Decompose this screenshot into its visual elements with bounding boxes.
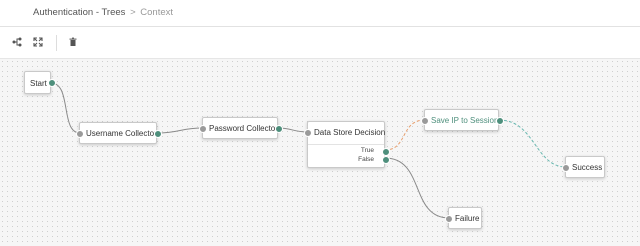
node-input-port[interactable]	[199, 125, 207, 133]
node-username-collector[interactable]: Username Collector	[76, 122, 162, 144]
trash-icon	[68, 34, 78, 52]
node-output-port[interactable]	[48, 79, 56, 87]
tree-layout-button[interactable]	[10, 36, 24, 50]
node-label: Username Collector	[86, 129, 157, 138]
expand-icon	[33, 34, 43, 52]
breadcrumb-separator: >	[130, 7, 136, 18]
node-success[interactable]: Success	[562, 156, 605, 178]
breadcrumb-section-link[interactable]: Authentication - Trees	[33, 7, 125, 18]
outcome-false-label: False	[358, 156, 374, 163]
node-divider	[308, 144, 384, 145]
node-input-port[interactable]	[421, 117, 429, 125]
tree-layout-icon	[12, 34, 22, 52]
node-password-collector[interactable]: Password Collector	[199, 117, 283, 139]
node-label: Save IP to Session	[431, 116, 499, 125]
node-save-ip-to-session[interactable]: Save IP to Session	[421, 109, 504, 131]
node-output-port[interactable]	[496, 117, 504, 125]
node-input-port[interactable]	[304, 129, 312, 137]
toolbar-divider	[56, 35, 57, 51]
node-data-store-decision[interactable]: Data Store Decision True False	[304, 121, 390, 168]
node-input-port[interactable]	[562, 164, 570, 172]
node-label: Failure	[455, 214, 480, 223]
node-label: Start	[30, 79, 47, 88]
outcome-true-port[interactable]	[382, 148, 390, 156]
node-input-port[interactable]	[76, 130, 84, 138]
node-label: Password Collector	[209, 124, 278, 133]
delete-node-button[interactable]	[66, 36, 80, 50]
outcome-false-port[interactable]	[382, 156, 390, 164]
tree-toolbar	[0, 27, 640, 59]
breadcrumb: Authentication - Trees > Context	[33, 7, 173, 18]
node-start[interactable]: Start	[24, 71, 56, 94]
node-failure[interactable]: Failure	[445, 207, 482, 229]
node-label: Data Store Decision	[314, 128, 386, 137]
node-output-port[interactable]	[154, 130, 162, 138]
page-header: Authentication - Trees > Context	[0, 0, 640, 27]
node-label: Success	[572, 163, 603, 172]
outcome-true-label: True	[360, 147, 374, 154]
fullscreen-button[interactable]	[31, 36, 45, 50]
breadcrumb-current: Context	[140, 7, 174, 18]
node-output-port[interactable]	[275, 125, 283, 133]
node-input-port[interactable]	[445, 215, 453, 223]
